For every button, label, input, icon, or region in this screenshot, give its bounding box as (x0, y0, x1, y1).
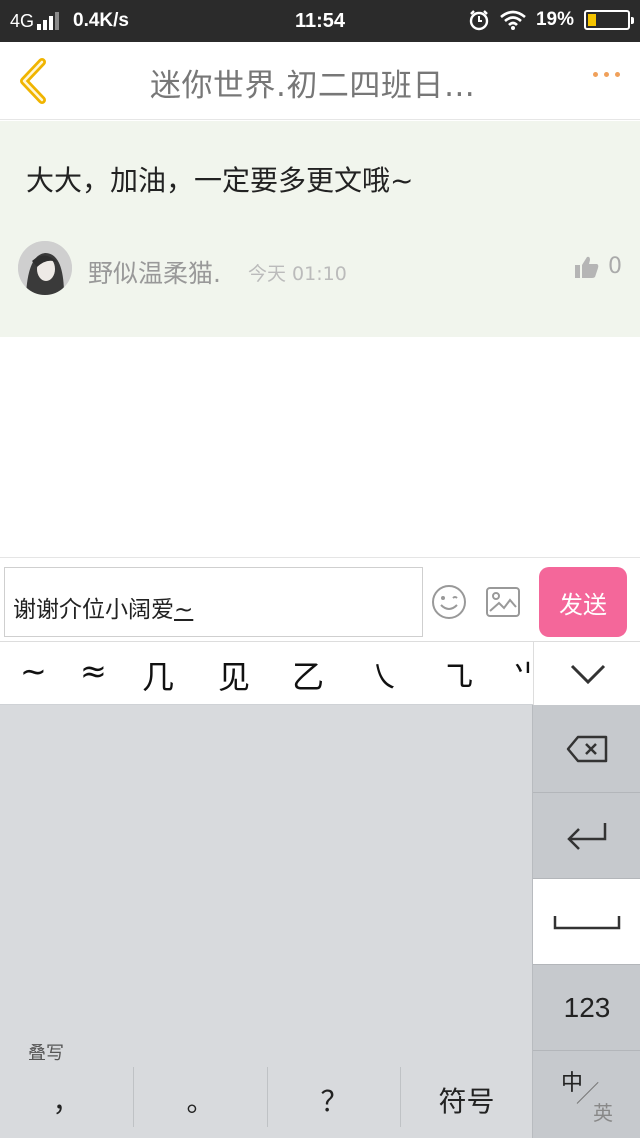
more-dot (604, 72, 609, 77)
battery-icon (584, 10, 634, 30)
smiley-icon (432, 585, 466, 619)
status-bar: 4G 0.4K/s 11:54 19% (0, 0, 640, 42)
composing-text: ~ (174, 597, 194, 623)
backspace-key[interactable] (533, 705, 640, 793)
comment-card: 大大，加油，一定要多更文哦~ 野似温柔猫. 今天 01:10 0 (0, 121, 640, 337)
comment-username[interactable]: 野似温柔猫. (88, 254, 221, 290)
lang-zh-label: 中 (561, 1071, 584, 1096)
candidate-item[interactable]: ⺌ (512, 652, 532, 698)
status-right: 19% (468, 9, 634, 31)
reply-bar: 谢谢介位小阔爱~ 发送 (0, 557, 640, 641)
more-button[interactable] (593, 72, 620, 77)
reply-input-text: 谢谢介位小阔爱 (13, 597, 174, 623)
alarm-icon (469, 10, 489, 31)
avatar-image (18, 241, 72, 295)
symbols-key[interactable]: 符号 (401, 1070, 532, 1130)
space-icon (553, 915, 621, 929)
emoji-button[interactable] (431, 584, 467, 620)
language-switch-key[interactable]: 中 英 (533, 1051, 640, 1138)
candidate-item[interactable]: ~ (20, 652, 47, 690)
battery-percent: 19% (535, 9, 574, 30)
page-title: 迷你世界.初二四班日… (150, 68, 476, 104)
back-button[interactable] (12, 56, 56, 106)
thumbs-up-icon (575, 256, 599, 278)
like-count: 0 (608, 254, 622, 279)
chevron-down-icon (570, 664, 606, 685)
comma-key[interactable]: ， (0, 1070, 133, 1130)
period-key[interactable]: 。 (134, 1070, 267, 1130)
battery-level (588, 14, 596, 26)
question-key[interactable]: ？ (268, 1070, 401, 1130)
backspace-icon (566, 735, 608, 762)
comment-text: 大大，加油，一定要多更文哦~ (26, 164, 414, 197)
candidate-item[interactable]: 见 (218, 652, 250, 698)
like-button[interactable]: 0 (574, 254, 622, 279)
candidate-item[interactable]: ㇈ (442, 652, 474, 698)
keyboard-side-column: 123 中 英 (532, 705, 640, 1138)
comment-time: 今天 01:10 (248, 263, 347, 285)
more-dots-icon (593, 72, 598, 77)
handwriting-mode-label[interactable]: 叠写 (28, 1039, 64, 1065)
send-button[interactable]: 发送 (539, 567, 627, 637)
image-icon (486, 587, 520, 617)
lang-en-label: 英 (593, 1101, 613, 1125)
handwriting-area[interactable]: 叠写 ， 。 ？ 符号 (0, 705, 532, 1138)
image-button[interactable] (485, 586, 521, 618)
reply-input-value: 谢谢介位小阔爱~ (13, 590, 193, 624)
candidate-item[interactable]: 几 (142, 652, 174, 698)
candidate-item[interactable]: ≈ (80, 652, 107, 690)
numbers-key-label: 123 (563, 991, 611, 1023)
keyboard: 叠写 ， 。 ？ 符号 123 中 英 (0, 705, 640, 1138)
enter-key[interactable] (533, 793, 640, 879)
avatar[interactable] (18, 241, 72, 295)
candidate-item[interactable]: 乙 (292, 652, 324, 698)
numbers-key[interactable]: 123 (533, 965, 640, 1051)
collapse-keyboard-button[interactable] (533, 642, 640, 706)
candidate-bar: ~ ≈ 几 见 乙 ㇏ ㇈ ⺌ (0, 641, 640, 706)
chevron-left-icon (20, 58, 46, 104)
wifi-icon (500, 10, 526, 30)
more-dot (615, 72, 620, 77)
reply-input[interactable]: 谢谢介位小阔爱~ (4, 567, 423, 637)
title-bar: 迷你世界.初二四班日… (0, 42, 640, 120)
space-key[interactable] (533, 879, 640, 965)
enter-icon (567, 822, 607, 850)
candidate-item[interactable]: ㇏ (368, 652, 400, 698)
